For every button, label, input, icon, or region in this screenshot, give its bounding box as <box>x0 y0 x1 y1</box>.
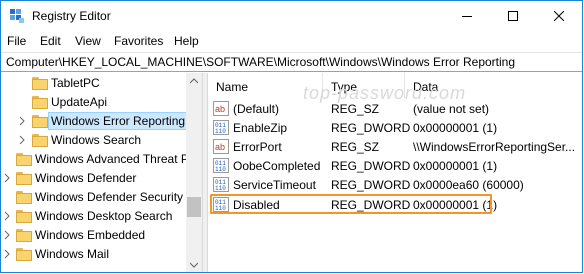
folder-icon <box>32 96 48 109</box>
folder-icon <box>16 191 32 204</box>
folder-icon <box>16 248 32 261</box>
tree-scrollbar[interactable] <box>186 73 202 272</box>
maximize-button[interactable] <box>490 1 536 31</box>
tree-item-label: Windows Defender <box>35 171 137 185</box>
close-button[interactable] <box>536 1 582 31</box>
title-bar[interactable]: Registry Editor <box>1 1 582 31</box>
chevron-down-icon <box>190 262 198 268</box>
svg-text:110: 110 <box>215 185 226 192</box>
value-type: REG_DWORD <box>331 159 411 173</box>
menu-help[interactable]: Help <box>174 34 199 48</box>
address-path[interactable]: Computer\HKEY_LOCAL_MACHINE\SOFTWARE\Mic… <box>6 55 515 69</box>
binary-value-icon: 011 110 <box>213 177 229 192</box>
address-bar[interactable]: Computer\HKEY_LOCAL_MACHINE\SOFTWARE\Mic… <box>1 52 582 72</box>
chevron-right-icon[interactable] <box>2 229 12 241</box>
value-type: REG_DWORD <box>331 121 411 135</box>
string-value-icon: ab <box>213 139 229 154</box>
tree-item-windows-defender-security-center[interactable]: Windows Defender Security C <box>1 188 195 207</box>
menu-favorites[interactable]: Favorites <box>114 34 163 48</box>
menu-file[interactable]: File <box>7 34 26 48</box>
svg-text:110: 110 <box>215 166 226 173</box>
tree-item-label: Windows Advanced Threat P <box>35 152 189 166</box>
column-name[interactable]: Name <box>216 80 248 94</box>
minimize-button[interactable] <box>444 1 490 31</box>
tree-item-label: Windows Error Reporting <box>47 112 189 130</box>
tree-item-label: TabletPC <box>51 76 100 90</box>
chevron-right-icon[interactable] <box>2 248 12 260</box>
chevron-right-icon[interactable] <box>17 134 27 146</box>
svg-text:ab: ab <box>215 104 225 114</box>
table-row[interactable]: ab (Default) REG_SZ (value not set) <box>208 99 582 118</box>
folder-icon <box>32 134 48 147</box>
close-icon <box>554 11 564 21</box>
value-data: \\WindowsErrorReportingSer... <box>413 140 576 154</box>
table-row[interactable]: 011 110 EnableZip REG_DWORD 0x00000001 (… <box>208 118 582 137</box>
table-row[interactable]: 011 110 OobeCompleted REG_DWORD 0x000000… <box>208 156 582 175</box>
values-list: Name Type Data top-password.com ab (Defa… <box>208 73 582 272</box>
window-title: Registry Editor <box>32 9 111 23</box>
table-row[interactable]: ab ErrorPort REG_SZ \\WindowsErrorReport… <box>208 137 582 156</box>
value-name: OobeCompleted <box>233 159 321 173</box>
key-tree: TabletPC UpdateApi Windows Error Reporti… <box>1 73 202 272</box>
tree-item-label: Windows Mail <box>35 247 110 261</box>
folder-icon <box>16 210 32 223</box>
tree-item-windows-defender[interactable]: Windows Defender <box>1 169 186 188</box>
tree-item-windows-desktop-search[interactable]: Windows Desktop Search <box>1 207 186 226</box>
tree-item-updateapi[interactable]: UpdateApi <box>1 93 186 112</box>
tree-item-label: Windows Desktop Search <box>35 209 173 223</box>
scroll-down-button[interactable] <box>186 257 202 272</box>
string-value-icon: ab <box>213 101 229 116</box>
registry-editor-icon <box>10 9 24 23</box>
tree-item-label: Windows Search <box>51 133 142 147</box>
chevron-right-icon[interactable] <box>17 115 27 127</box>
tree-item-label: Windows Defender Security C <box>35 190 196 204</box>
binary-value-icon: 011 110 <box>213 120 229 135</box>
tree-item-windows-advanced-threat-protection[interactable]: Windows Advanced Threat P <box>1 150 189 169</box>
tree-item-windows-mail[interactable]: Windows Mail <box>1 245 186 264</box>
folder-icon <box>32 115 48 128</box>
tree-item-windows-embedded[interactable]: Windows Embedded <box>1 226 186 245</box>
value-name: (Default) <box>233 102 280 116</box>
folder-icon <box>16 153 32 166</box>
value-name: EnableZip <box>233 121 288 135</box>
tree-item-windows-error-reporting[interactable]: Windows Error Reporting <box>1 112 189 131</box>
value-data: 0x0000ea60 (60000) <box>413 178 524 192</box>
folder-icon <box>16 229 32 242</box>
value-data: (value not set) <box>413 102 490 116</box>
svg-text:110: 110 <box>215 128 226 135</box>
value-type: REG_DWORD <box>331 178 411 192</box>
value-data: 0x00000001 (1) <box>413 159 498 173</box>
chevron-up-icon <box>190 78 198 84</box>
scroll-up-button[interactable] <box>186 73 202 89</box>
menu-view[interactable]: View <box>75 34 101 48</box>
chevron-right-icon[interactable] <box>2 210 12 222</box>
value-name: ServiceTimeout <box>233 178 316 192</box>
tree-item-windows-search[interactable]: Windows Search <box>1 131 186 150</box>
svg-text:ab: ab <box>215 142 225 152</box>
folder-icon <box>32 77 48 90</box>
tree-item-tabletpc[interactable]: TabletPC <box>1 74 186 93</box>
binary-value-icon: 011 110 <box>213 158 229 173</box>
menu-edit[interactable]: Edit <box>40 34 61 48</box>
value-name: ErrorPort <box>233 140 282 154</box>
value-type: REG_SZ <box>331 140 380 154</box>
folder-icon <box>16 172 32 185</box>
maximize-icon <box>508 11 518 21</box>
menu-bar: File Edit View Favorites Help <box>1 31 582 51</box>
chevron-right-icon[interactable] <box>2 172 12 184</box>
registry-editor-window: Registry Editor File Edit View Favorites… <box>0 0 583 273</box>
tree-item-label: UpdateApi <box>51 95 108 109</box>
table-row[interactable]: 011 110 ServiceTimeout REG_DWORD 0x0000e… <box>208 175 582 194</box>
highlight-box <box>210 194 492 214</box>
minimize-icon <box>462 16 472 17</box>
tree-item-label: Windows Embedded <box>35 228 146 242</box>
scrollbar-thumb[interactable] <box>187 197 201 217</box>
value-type: REG_SZ <box>331 102 380 116</box>
value-data: 0x00000001 (1) <box>413 121 498 135</box>
